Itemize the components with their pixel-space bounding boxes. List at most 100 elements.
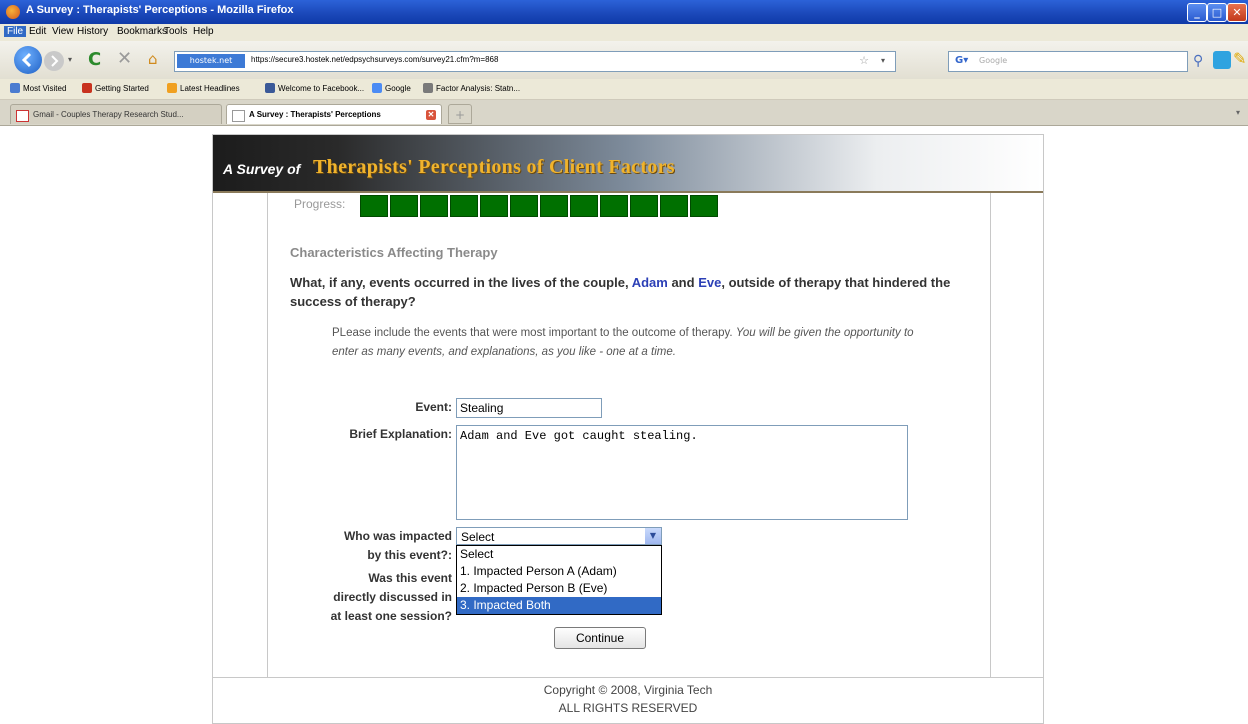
impacted-option-select[interactable]: Select [457, 546, 661, 563]
history-dropdown-icon[interactable]: ▾ [68, 55, 72, 64]
tab-label: A Survey : Therapists' Perceptions [249, 110, 381, 119]
question-text: What, if any, events occurred in the liv… [290, 273, 970, 311]
banner-prefix: A Survey of [223, 161, 301, 177]
progress-segment [450, 195, 478, 217]
tab-survey[interactable]: A Survey : Therapists' Perceptions ✕ [226, 104, 442, 124]
bookmark-facebook[interactable]: Welcome to Facebook... [265, 83, 364, 93]
impacted-label: Who was impacted by this event?: [298, 527, 452, 565]
forward-button[interactable] [44, 51, 64, 71]
impacted-option-person-a[interactable]: 1. Impacted Person A (Adam) [457, 563, 661, 580]
bookmark-label: Google [385, 84, 411, 93]
instructions-plain: PLease include the events that were most… [332, 327, 733, 339]
event-input[interactable] [456, 398, 602, 418]
menu-history[interactable]: History [77, 26, 108, 37]
instructions: PLease include the events that were most… [332, 324, 932, 362]
explanation-textarea[interactable]: Adam and Eve got caught stealing. [456, 425, 908, 520]
bookmark-google[interactable]: Google [372, 83, 411, 93]
most-visited-icon [10, 83, 20, 93]
home-icon[interactable]: ⌂ [148, 50, 158, 68]
survey-banner: A Survey of Therapists' Perceptions of C… [213, 135, 1043, 193]
impacted-label-line-2: by this event?: [367, 548, 452, 562]
back-arrow-icon [21, 52, 32, 68]
rights-text: ALL RIGHTS RESERVED [558, 701, 698, 715]
url-text: https://secure3.hostek.net/edpsychsurvey… [251, 55, 499, 64]
impacted-select[interactable]: Select ▼ [456, 527, 662, 545]
bookmark-getting-started[interactable]: Getting Started [82, 83, 149, 93]
progress-segment [420, 195, 448, 217]
new-tab-button[interactable]: + [448, 104, 472, 124]
back-button[interactable] [14, 46, 42, 74]
person-a-name: Adam [631, 275, 668, 290]
bookmark-star-icon[interactable]: ☆ [859, 54, 869, 67]
getting-started-icon [82, 83, 92, 93]
minimize-button[interactable]: _ [1187, 3, 1207, 22]
navigation-toolbar: ▾ C ✕ ⌂ hostek.net https://secure3.hoste… [0, 41, 1248, 79]
menu-file[interactable]: File [4, 26, 27, 37]
window-title: A Survey : Therapists' Perceptions - Moz… [26, 4, 294, 16]
bookmark-label: Getting Started [95, 84, 149, 93]
question-part-1: What, if any, events occurred in the liv… [290, 275, 629, 290]
discussed-label-line-3: at least one session? [330, 609, 452, 623]
rss-icon [167, 83, 177, 93]
google-search-engine-icon[interactable]: G▾ [955, 55, 968, 66]
tab-label: Gmail - Couples Therapy Research Stud... [33, 110, 184, 119]
maximize-button[interactable]: □ [1207, 3, 1227, 22]
site-identity-button[interactable]: hostek.net [177, 54, 245, 68]
menu-bookmarks[interactable]: Bookmarks [117, 26, 167, 37]
progress-bar [360, 195, 718, 217]
window-title-bar: A Survey : Therapists' Perceptions - Moz… [0, 0, 1248, 24]
bookmark-label: Factor Analysis: Statn... [436, 84, 521, 93]
survey-container: A Survey of Therapists' Perceptions of C… [212, 134, 1044, 724]
chevron-down-icon[interactable]: ▼ [645, 528, 661, 544]
bookmark-label: Most Visited [23, 84, 67, 93]
progress-segment [660, 195, 688, 217]
continue-button[interactable]: Continue [554, 627, 646, 649]
list-all-tabs-icon[interactable]: ▾ [1236, 108, 1240, 117]
event-label: Event: [415, 400, 452, 414]
google-icon [372, 83, 382, 93]
bookmark-latest-headlines[interactable]: Latest Headlines [167, 83, 240, 93]
impacted-dropdown-list: Select 1. Impacted Person A (Adam) 2. Im… [456, 545, 662, 615]
progress-segment [360, 195, 388, 217]
reload-icon[interactable]: C [88, 49, 101, 70]
stop-icon[interactable]: ✕ [117, 48, 132, 69]
page-icon [232, 110, 245, 122]
skype-addon-icon[interactable] [1213, 51, 1231, 69]
bookmark-most-visited[interactable]: Most Visited [10, 83, 66, 93]
bookmark-factor-analysis[interactable]: Factor Analysis: Statn... [423, 83, 520, 93]
factor-analysis-icon [423, 83, 433, 93]
bookmark-label: Latest Headlines [180, 84, 240, 93]
discussed-label-line-2: directly discussed in [333, 590, 452, 604]
tab-gmail[interactable]: Gmail - Couples Therapy Research Stud... [10, 104, 222, 124]
url-dropdown-icon[interactable]: ▾ [881, 56, 885, 65]
progress-segment [690, 195, 718, 217]
search-go-icon[interactable]: ⚲ [1193, 53, 1203, 69]
copyright-text: Copyright © 2008, Virginia Tech [543, 683, 713, 697]
search-bar[interactable]: G▾ Google [948, 51, 1188, 72]
close-tab-icon[interactable]: ✕ [426, 110, 436, 120]
bookmarks-toolbar: Most Visited Getting Started Latest Head… [0, 79, 1248, 100]
bookmark-label: Welcome to Facebook... [278, 84, 365, 93]
firefox-icon [6, 5, 20, 19]
tab-bar: Gmail - Couples Therapy Research Stud...… [0, 100, 1248, 126]
menu-view[interactable]: View [52, 26, 74, 37]
impacted-option-both[interactable]: 3. Impacted Both [457, 597, 661, 614]
progress-segment [510, 195, 538, 217]
forward-arrow-icon [51, 55, 59, 67]
page-footer: Copyright © 2008, Virginia Tech ALL RIGH… [213, 677, 1043, 717]
survey-body: Progress: Characteristics Affecting Ther… [267, 193, 991, 677]
menu-bar: File Edit View History Bookmarks Tools H… [0, 24, 1248, 41]
menu-tools[interactable]: Tools [164, 26, 187, 37]
progress-segment [600, 195, 628, 217]
section-title: Characteristics Affecting Therapy [290, 245, 498, 260]
progress-segment [480, 195, 508, 217]
progress-segment [540, 195, 568, 217]
impacted-option-person-b[interactable]: 2. Impacted Person B (Eve) [457, 580, 661, 597]
menu-help[interactable]: Help [193, 26, 214, 37]
impacted-label-line-1: Who was impacted [343, 529, 452, 543]
addon-icon[interactable]: ✎ [1233, 49, 1246, 68]
close-window-button[interactable]: ✕ [1227, 3, 1247, 22]
page-viewport: A Survey of Therapists' Perceptions of C… [0, 126, 1248, 724]
menu-edit[interactable]: Edit [29, 26, 46, 37]
url-bar[interactable]: hostek.net https://secure3.hostek.net/ed… [174, 51, 896, 72]
